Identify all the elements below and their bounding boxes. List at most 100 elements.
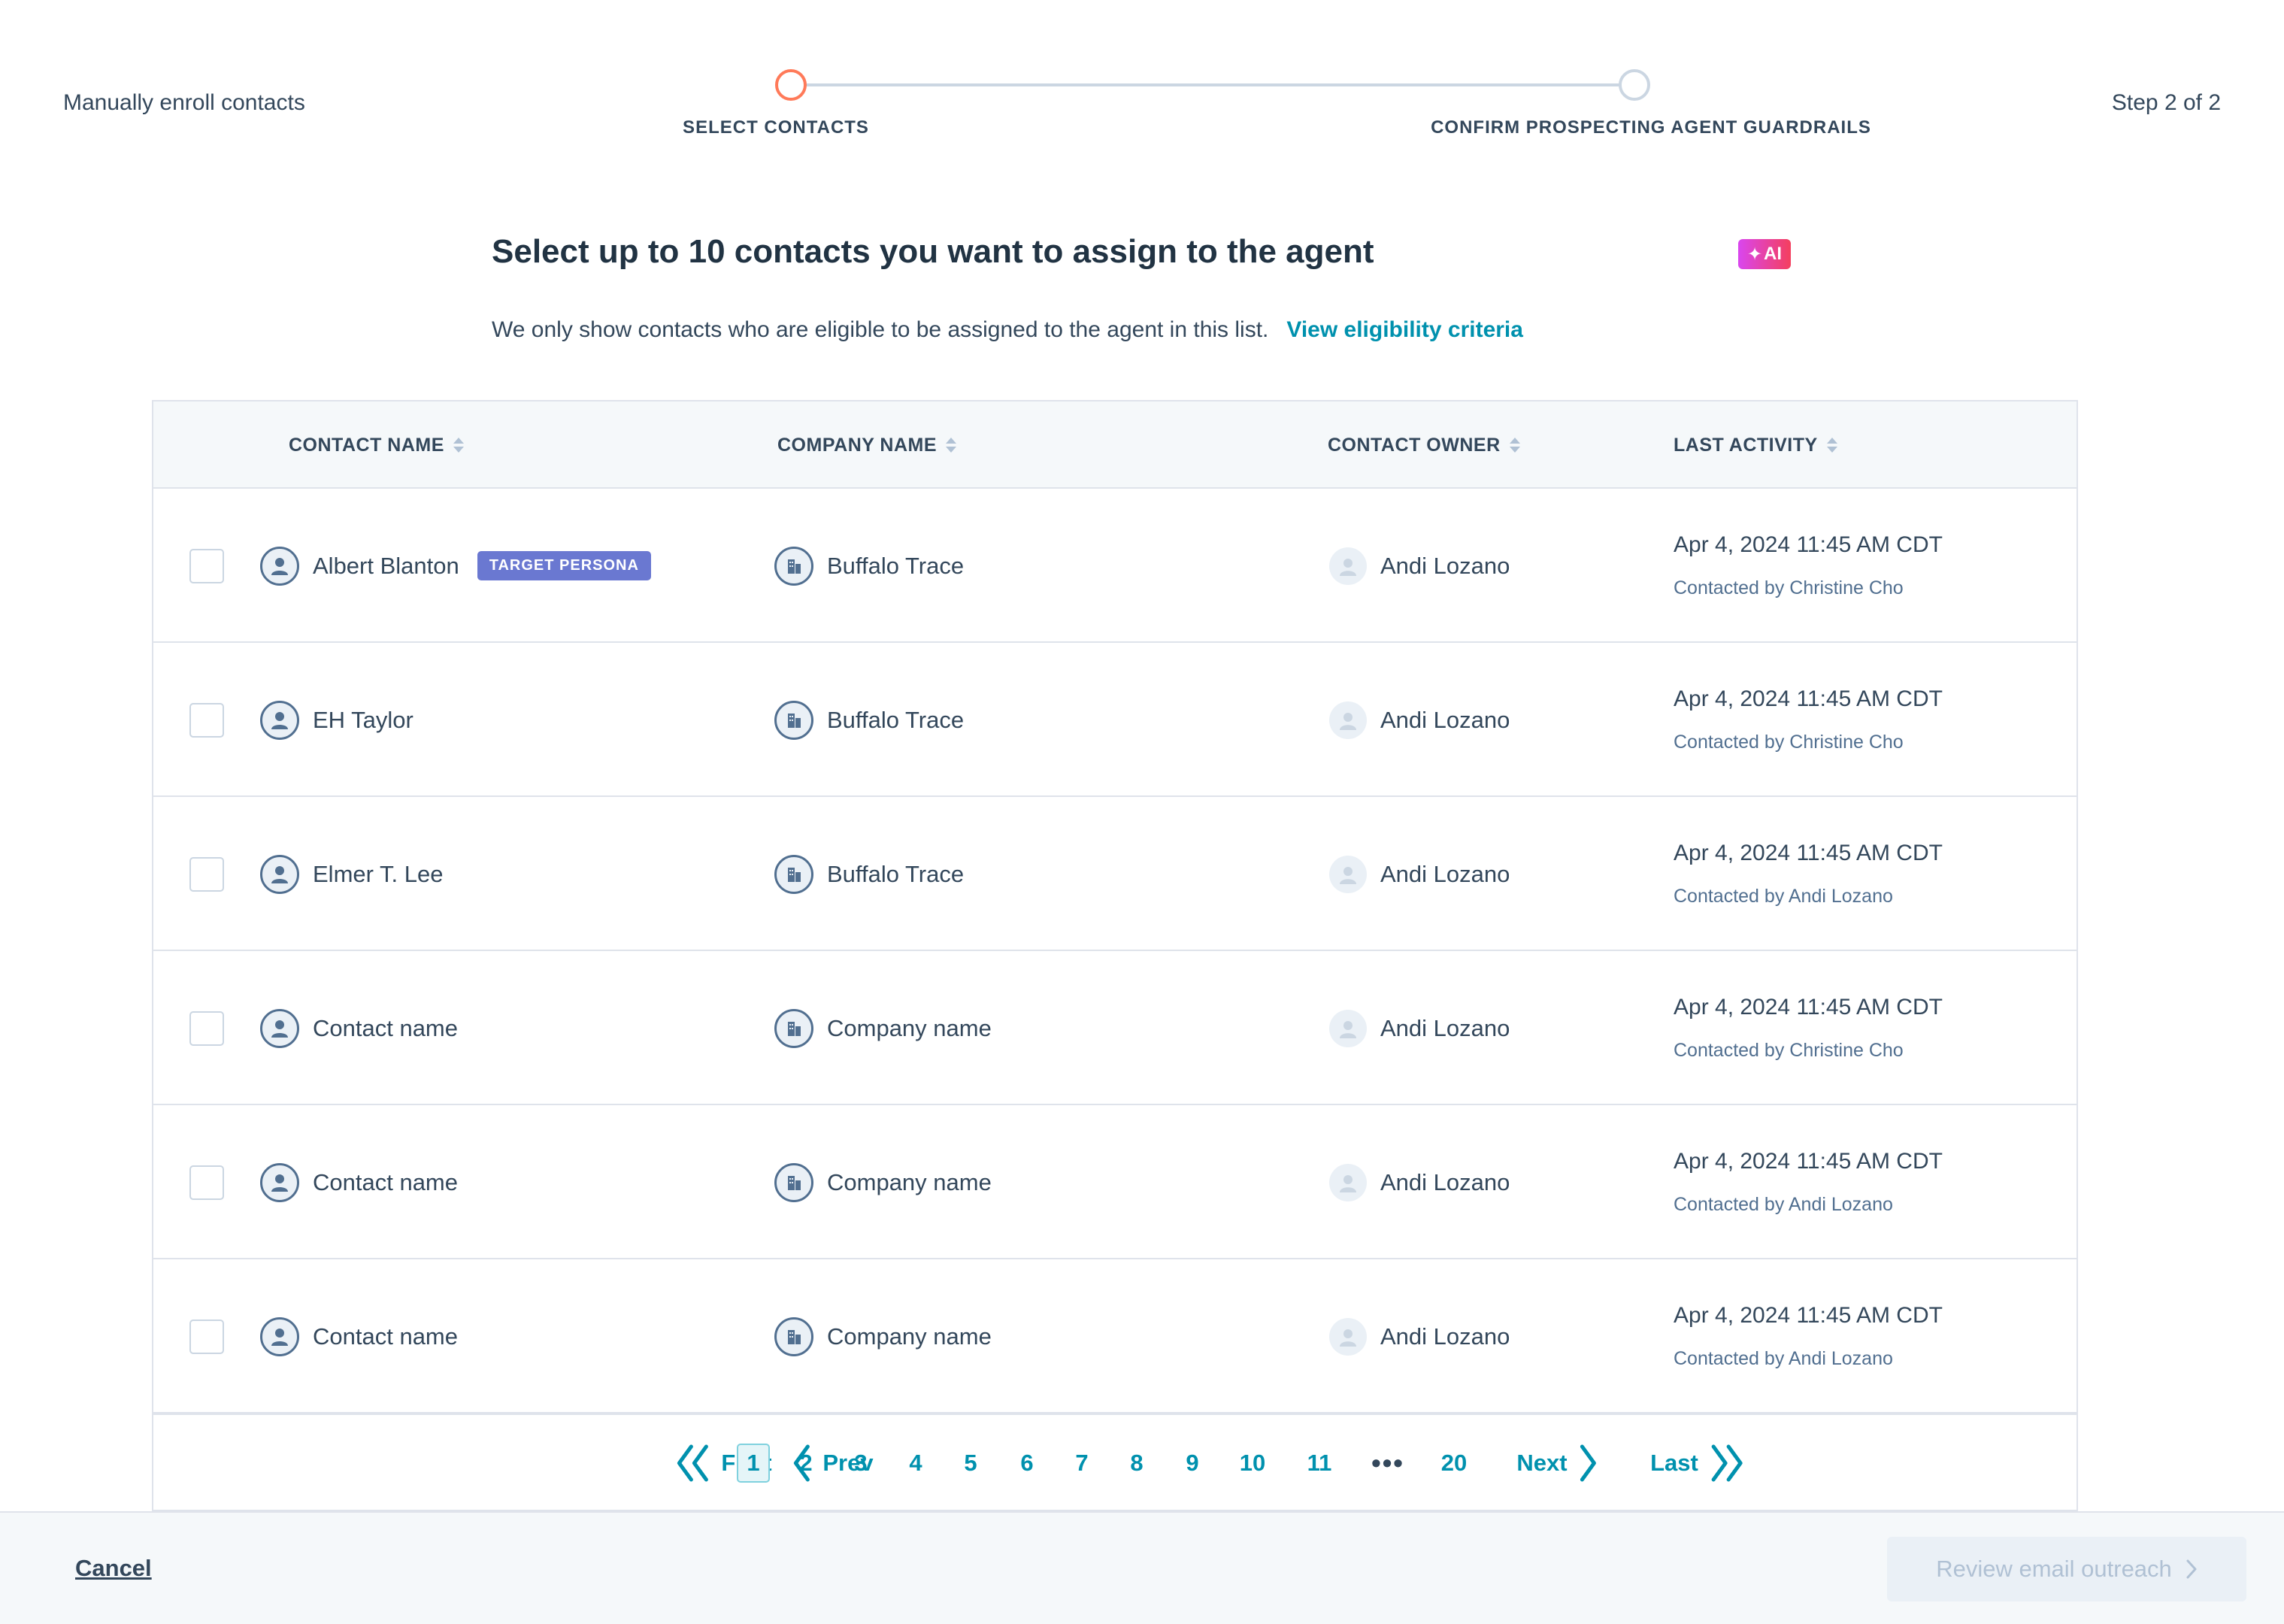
company-cell: Company name xyxy=(774,951,992,1105)
column-header-contact-owner[interactable]: CONTACT OWNER xyxy=(1328,401,1520,489)
row-checkbox[interactable] xyxy=(189,549,224,583)
stepper-line xyxy=(791,83,1634,86)
row-checkbox[interactable] xyxy=(189,703,224,738)
review-email-outreach-button[interactable]: Review email outreach xyxy=(1887,1537,2246,1601)
target-persona-badge: TARGET PERSONA xyxy=(477,551,651,580)
building-icon xyxy=(774,1316,813,1356)
sort-icon[interactable] xyxy=(453,438,464,453)
page-title: Select up to 10 contacts you want to ass… xyxy=(492,233,1374,270)
double-chevron-left-icon xyxy=(677,1444,708,1482)
column-header-label: CONTACT NAME xyxy=(289,434,444,456)
activity-by: Contacted by Andi Lozano xyxy=(1674,886,1893,907)
table-row: Contact name Company name Andi Lozano Ap… xyxy=(153,1105,2077,1259)
page-3-button[interactable]: 3 xyxy=(854,1450,867,1477)
person-icon xyxy=(260,1316,299,1356)
person-icon xyxy=(260,854,299,894)
eligibility-text: We only show contacts who are eligible t… xyxy=(492,317,1269,342)
contact-cell: Elmer T. Lee xyxy=(260,797,443,951)
ai-badge: ✦ AI xyxy=(1738,239,1791,269)
pagination-bar: First Prev 1 2 3 4 5 6 7 8 9 10 11 ••• 2… xyxy=(152,1415,2078,1511)
company-name[interactable]: Company name xyxy=(827,1323,992,1350)
page-6-button[interactable]: 6 xyxy=(1020,1450,1033,1477)
owner-name: Andi Lozano xyxy=(1380,1168,1510,1195)
company-name[interactable]: Buffalo Trace xyxy=(827,861,964,888)
page-8-button[interactable]: 8 xyxy=(1130,1450,1143,1477)
row-checkbox[interactable] xyxy=(189,857,224,892)
review-button-label: Review email outreach xyxy=(1936,1556,2172,1582)
table-row: EH Taylor Buffalo Trace Andi Lozano Apr … xyxy=(153,643,2077,797)
activity-cell: Apr 4, 2024 11:45 AM CDT Contacted by An… xyxy=(1674,797,1943,951)
contact-cell: Contact name xyxy=(260,1259,458,1413)
eligibility-note: We only show contacts who are eligible t… xyxy=(492,317,1523,343)
page-7-button[interactable]: 7 xyxy=(1075,1450,1088,1477)
column-header-label: LAST ACTIVITY xyxy=(1674,434,1818,456)
page-11-button[interactable]: 11 xyxy=(1307,1450,1332,1477)
table-row: Contact name Company name Andi Lozano Ap… xyxy=(153,1259,2077,1413)
chevron-right-icon xyxy=(2186,1559,2197,1579)
owner-cell: Andi Lozano xyxy=(1329,1105,1510,1259)
next-page-button[interactable]: Next xyxy=(1516,1444,1598,1483)
next-page-label: Next xyxy=(1516,1450,1568,1476)
contact-name[interactable]: Contact name xyxy=(313,1015,458,1042)
column-header-company-name[interactable]: COMPANY NAME xyxy=(777,401,957,489)
activity-date: Apr 4, 2024 11:45 AM CDT xyxy=(1674,1149,1943,1174)
avatar-icon xyxy=(1329,1163,1367,1201)
company-cell: Company name xyxy=(774,1259,992,1413)
column-header-contact-name[interactable]: CONTACT NAME xyxy=(289,401,464,489)
cancel-button[interactable]: Cancel xyxy=(75,1555,152,1582)
activity-date: Apr 4, 2024 11:45 AM CDT xyxy=(1674,995,1943,1020)
person-icon xyxy=(260,546,299,586)
activity-by: Contacted by Christine Cho xyxy=(1674,732,1904,753)
person-icon xyxy=(260,700,299,740)
column-header-last-activity[interactable]: LAST ACTIVITY xyxy=(1674,401,1837,489)
owner-name: Andi Lozano xyxy=(1380,552,1510,579)
company-name[interactable]: Buffalo Trace xyxy=(827,553,964,580)
building-icon xyxy=(774,854,813,894)
sort-icon[interactable] xyxy=(1509,438,1520,453)
page-20-button[interactable]: 20 xyxy=(1441,1450,1467,1477)
row-checkbox[interactable] xyxy=(189,1011,224,1046)
contacts-table: CONTACT NAME COMPANY NAME CONTACT OWNER … xyxy=(152,400,2078,1415)
step-2-indicator xyxy=(1619,69,1650,101)
contact-name[interactable]: EH Taylor xyxy=(313,707,413,734)
view-eligibility-criteria-link[interactable]: View eligibility criteria xyxy=(1286,317,1523,342)
table-row: Contact name Company name Andi Lozano Ap… xyxy=(153,951,2077,1105)
flow-title: Manually enroll contacts xyxy=(63,90,305,115)
contact-name[interactable]: Contact name xyxy=(313,1169,458,1196)
footer-bar: Cancel Review email outreach xyxy=(0,1511,2284,1624)
ai-badge-label: AI xyxy=(1764,244,1783,264)
table-header: CONTACT NAME COMPANY NAME CONTACT OWNER … xyxy=(153,401,2077,489)
contact-name[interactable]: Elmer T. Lee xyxy=(313,861,443,888)
step-2-label: CONFIRM PROSPECTING AGENT GUARDRAILS xyxy=(1431,117,1871,138)
owner-name: Andi Lozano xyxy=(1380,860,1510,887)
page-2-button[interactable]: 2 xyxy=(799,1450,812,1477)
activity-date: Apr 4, 2024 11:45 AM CDT xyxy=(1674,686,1943,711)
company-cell: Buffalo Trace xyxy=(774,489,964,643)
company-name[interactable]: Buffalo Trace xyxy=(827,707,964,734)
pagination-ellipsis: ••• xyxy=(1371,1447,1404,1478)
company-name[interactable]: Company name xyxy=(827,1169,992,1196)
last-page-button[interactable]: Last xyxy=(1650,1444,1745,1483)
sort-icon[interactable] xyxy=(1826,438,1837,453)
contact-name[interactable]: Albert Blanton xyxy=(313,553,459,580)
activity-cell: Apr 4, 2024 11:45 AM CDT Contacted by Ch… xyxy=(1674,489,1943,643)
page-1-button[interactable]: 1 xyxy=(737,1444,770,1483)
company-name[interactable]: Company name xyxy=(827,1015,992,1042)
company-cell: Buffalo Trace xyxy=(774,643,964,797)
owner-name: Andi Lozano xyxy=(1380,1323,1510,1350)
page-9-button[interactable]: 9 xyxy=(1186,1450,1198,1477)
owner-cell: Andi Lozano xyxy=(1329,951,1510,1105)
page-10-button[interactable]: 10 xyxy=(1240,1450,1265,1477)
page-4-button[interactable]: 4 xyxy=(909,1450,922,1477)
row-checkbox[interactable] xyxy=(189,1165,224,1200)
page-5-button[interactable]: 5 xyxy=(964,1450,977,1477)
activity-cell: Apr 4, 2024 11:45 AM CDT Contacted by An… xyxy=(1674,1105,1943,1259)
activity-cell: Apr 4, 2024 11:45 AM CDT Contacted by Ch… xyxy=(1674,951,1943,1105)
contact-cell: Albert Blanton TARGET PERSONA xyxy=(260,489,651,643)
row-checkbox[interactable] xyxy=(189,1320,224,1354)
table-row: Albert Blanton TARGET PERSONA Buffalo Tr… xyxy=(153,489,2077,643)
sort-icon[interactable] xyxy=(946,438,957,453)
contact-name[interactable]: Contact name xyxy=(313,1323,458,1350)
activity-cell: Apr 4, 2024 11:45 AM CDT Contacted by Ch… xyxy=(1674,643,1943,797)
activity-date: Apr 4, 2024 11:45 AM CDT xyxy=(1674,841,1943,865)
